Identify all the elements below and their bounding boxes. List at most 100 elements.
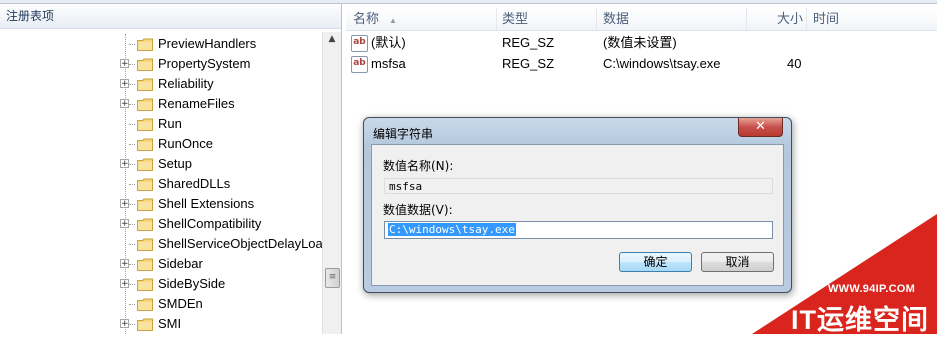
value-data-label: 数值数据(V): <box>383 203 453 217</box>
folder-icon <box>137 157 153 171</box>
tree-item[interactable]: + SMI <box>0 314 330 334</box>
tree-guide-line <box>129 104 135 105</box>
tree-guide-line <box>129 144 135 145</box>
tree-item[interactable]: PreviewHandlers <box>0 34 330 54</box>
folder-icon <box>137 257 153 271</box>
tree-item[interactable]: + PropertySystem <box>0 54 330 74</box>
value-name: msfsa <box>371 56 406 71</box>
expand-plus-icon[interactable]: + <box>120 219 129 229</box>
folder-icon <box>137 197 153 211</box>
dialog-body: 数值名称(N): msfsa 数值数据(V): C:\windows\tsay.… <box>371 144 784 286</box>
value-data: (数值未设置) <box>603 35 677 50</box>
tree-guide-line <box>129 124 135 125</box>
folder-icon <box>137 117 153 131</box>
tree-item[interactable]: ShellServiceObjectDelayLoad <box>0 234 330 254</box>
expand-plus-icon[interactable]: + <box>120 159 129 169</box>
folder-icon <box>137 297 153 311</box>
close-icon[interactable]: ✕ <box>738 118 783 137</box>
column-type[interactable]: 类型 <box>502 8 528 30</box>
value-name-field: msfsa <box>384 178 773 194</box>
tree-item[interactable]: + ShellCompatibility <box>0 214 330 234</box>
expand-plus-icon[interactable]: + <box>120 199 129 209</box>
tree-item-label: SharedDLLs <box>158 176 231 191</box>
tree-item[interactable]: + Shell Extensions <box>0 194 330 214</box>
watermark-url: WWW.94IP.COM <box>828 283 916 295</box>
folder-icon <box>137 137 153 151</box>
column-data[interactable]: 数据 <box>603 8 629 30</box>
cancel-button[interactable]: 取消 <box>701 252 774 272</box>
tree-item[interactable]: RunOnce <box>0 134 330 154</box>
expand-plus-icon[interactable]: + <box>120 79 129 89</box>
tree-guide-line <box>129 64 135 65</box>
folder-icon <box>137 217 153 231</box>
tree-item-label: RunOnce <box>158 136 213 151</box>
column-separator <box>746 8 747 30</box>
tree-guide-line <box>129 284 135 285</box>
tree-item-label: Run <box>158 116 182 131</box>
value-name: (默认) <box>371 35 406 50</box>
tree-guide-line <box>129 204 135 205</box>
tree-guide-line <box>129 244 135 245</box>
folder-icon <box>137 57 153 71</box>
column-separator <box>806 8 807 30</box>
column-separator <box>596 8 597 30</box>
value-type: REG_SZ <box>502 56 555 71</box>
scroll-thumb[interactable]: ≡ <box>325 268 340 288</box>
folder-icon <box>137 277 153 291</box>
value-data-input[interactable]: C:\windows\tsay.exe <box>384 221 773 239</box>
tree-item[interactable]: + RenameFiles <box>0 94 330 114</box>
tree-item[interactable]: + Setup <box>0 154 330 174</box>
column-time[interactable]: 时间 <box>813 8 839 30</box>
tree-item-label: Shell Extensions <box>158 196 255 211</box>
tree-item-label: ShellCompatibility <box>158 216 262 231</box>
tree-item-label: RenameFiles <box>158 96 235 111</box>
tree-item-label: PreviewHandlers <box>158 36 257 51</box>
column-name[interactable]: 名称 ▲ <box>353 8 397 30</box>
tree-item-label: Reliability <box>158 76 214 91</box>
tree-guide-line <box>129 84 135 85</box>
folder-icon <box>137 177 153 191</box>
tree-item[interactable]: Run <box>0 114 330 134</box>
tree-header: 注册表项 <box>0 4 341 29</box>
tree-item-label: PropertySystem <box>158 56 251 71</box>
tree-item[interactable]: SMDEn <box>0 294 330 314</box>
column-size[interactable]: 大小 <box>777 8 803 30</box>
tree-guide-line <box>129 264 135 265</box>
expand-plus-icon[interactable]: + <box>120 319 129 329</box>
expand-plus-icon[interactable]: + <box>120 99 129 109</box>
expand-plus-icon[interactable]: + <box>120 59 129 69</box>
tree-vertical-scrollbar[interactable]: ▲ ≡ <box>322 32 341 334</box>
registry-key-tree[interactable]: 注册表项 PreviewHandlers + PropertySystem + Reli… <box>0 4 342 334</box>
value-type: REG_SZ <box>502 35 555 50</box>
folder-icon <box>137 97 153 111</box>
tree-item-label: SideBySide <box>158 276 226 291</box>
tree-item-label: SMI <box>158 316 182 331</box>
column-separator <box>496 8 497 30</box>
value-size: 40 <box>787 56 802 71</box>
tree-item[interactable]: + SideBySide <box>0 274 330 294</box>
list-row-default[interactable]: ab (默认) REG_SZ (数值未设置) <box>346 33 937 53</box>
tree-guide-line <box>129 324 135 325</box>
folder-icon <box>137 77 153 91</box>
tree-item-label: Sidebar <box>158 256 203 271</box>
value-name-label: 数值名称(N): <box>383 159 454 173</box>
expand-plus-icon[interactable]: + <box>120 279 129 289</box>
ok-button[interactable]: 确定 <box>619 252 692 272</box>
tree-item[interactable]: + Sidebar <box>0 254 330 274</box>
column-name-label: 名称 <box>353 11 380 26</box>
watermark-title: IT运维空间 <box>791 305 929 335</box>
tree-item[interactable]: + Reliability <box>0 74 330 94</box>
tree-guide-line <box>129 184 135 185</box>
scroll-up-arrow-icon[interactable]: ▲ <box>323 34 341 48</box>
expand-plus-icon[interactable]: + <box>120 259 129 269</box>
tree-guide-line <box>129 164 135 165</box>
string-value-icon: ab <box>351 35 368 52</box>
tree-item-label: ShellServiceObjectDelayLoad <box>158 236 330 251</box>
tree-guide-line <box>129 304 135 305</box>
sort-ascending-icon: ▲ <box>389 16 397 25</box>
tree-item[interactable]: SharedDLLs <box>0 174 330 194</box>
list-row-msfsa[interactable]: ab msfsa REG_SZ C:\windows\tsay.exe 40 <box>346 54 937 74</box>
tree-guide-line <box>129 224 135 225</box>
selected-text: C:\windows\tsay.exe <box>388 223 516 236</box>
value-data: C:\windows\tsay.exe <box>603 56 721 71</box>
